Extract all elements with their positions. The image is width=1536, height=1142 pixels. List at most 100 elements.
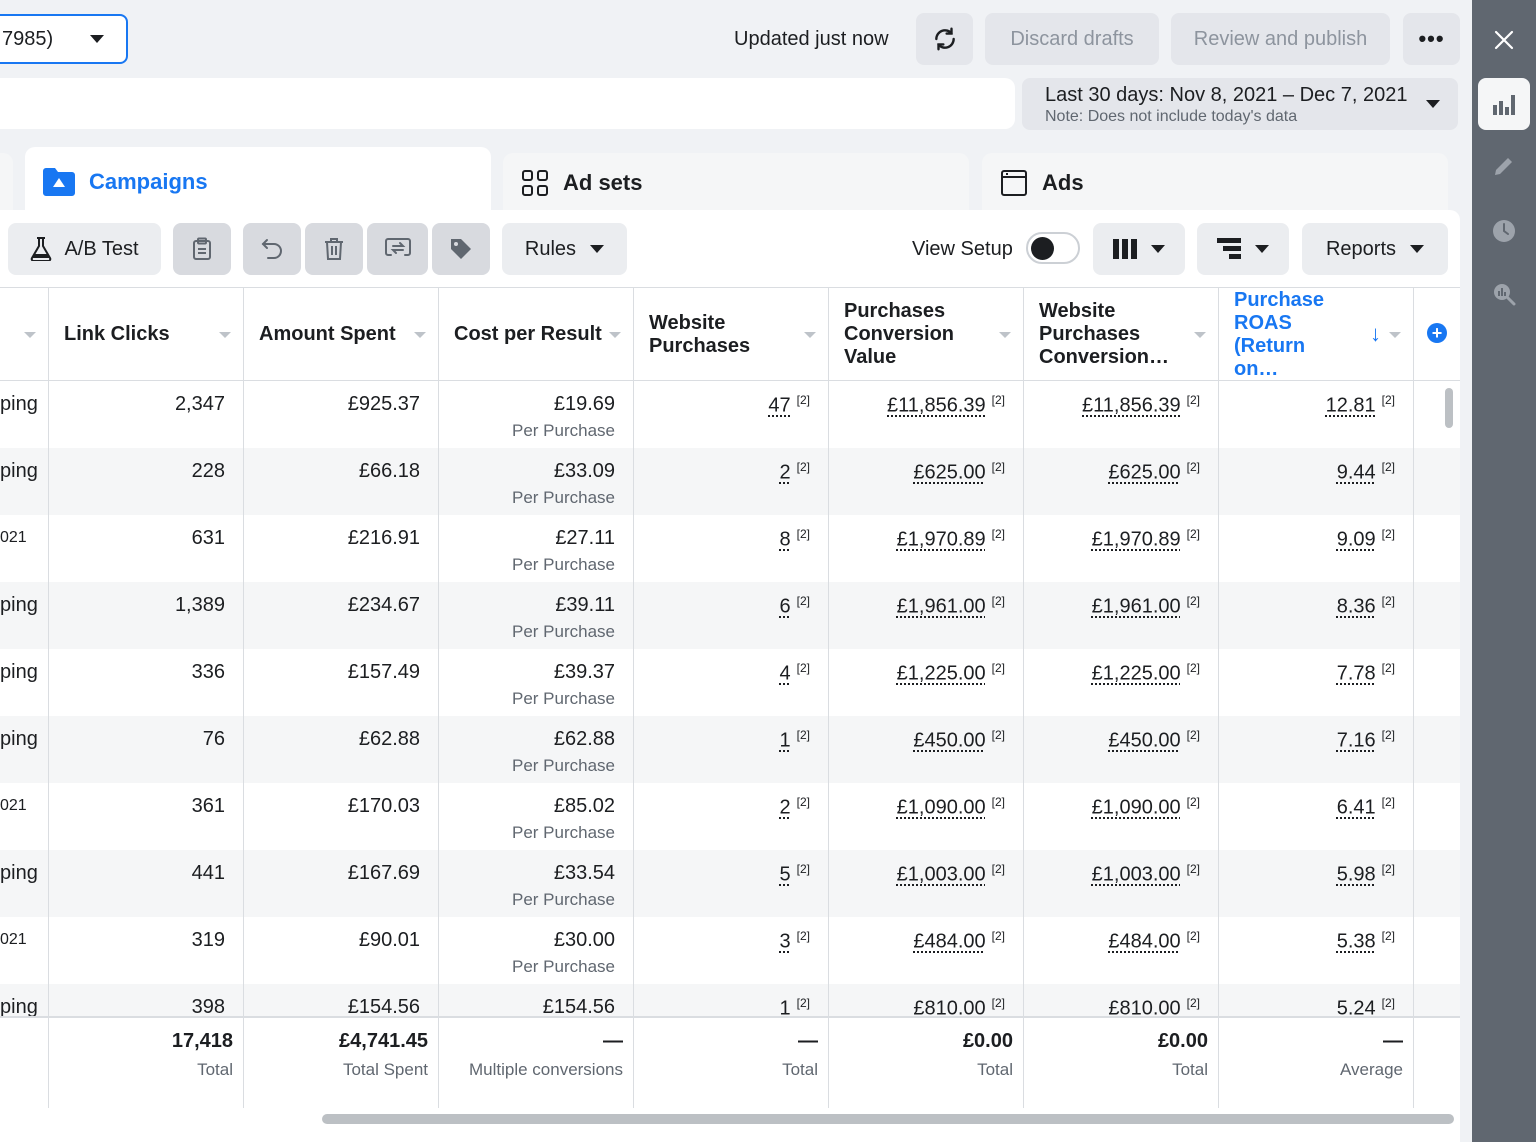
rules-label: Rules bbox=[524, 237, 577, 260]
tag-button[interactable] bbox=[432, 223, 490, 275]
tab-hidden[interactable] bbox=[0, 153, 13, 213]
conv_value-value[interactable]: £484.00 [2] bbox=[913, 929, 1005, 954]
discard-drafts-button[interactable]: Discard drafts bbox=[985, 13, 1159, 65]
undo-button[interactable] bbox=[243, 223, 301, 275]
conv_value-value[interactable]: £1,961.00 [2] bbox=[897, 594, 1005, 619]
campaign-name[interactable]: ping bbox=[0, 393, 38, 416]
roas-value[interactable]: 5.98 [2] bbox=[1337, 862, 1395, 887]
inspect-panel-button[interactable] bbox=[1478, 268, 1530, 320]
conv_value-value[interactable]: £1,003.00 [2] bbox=[897, 862, 1005, 887]
web_conv-value[interactable]: £1,225.00 [2] bbox=[1092, 661, 1200, 686]
history-panel-button[interactable] bbox=[1478, 205, 1530, 257]
date-range-picker[interactable]: Last 30 days: Nov 8, 2021 – Dec 7, 2021 … bbox=[1022, 78, 1458, 130]
column-header-amount-spent[interactable]: Amount Spent bbox=[244, 288, 439, 381]
purchases-value[interactable]: 2 [2] bbox=[780, 460, 810, 485]
campaign-name[interactable]: ping bbox=[0, 594, 38, 617]
purchases-value[interactable]: 3 [2] bbox=[780, 929, 810, 954]
roas-value[interactable]: 5.38 [2] bbox=[1337, 929, 1395, 954]
roas-value[interactable]: 9.44 [2] bbox=[1337, 460, 1395, 485]
table-row[interactable]: ping 2,347 £925.37 £19.69 Per Purchase 47 [2] £… bbox=[0, 381, 1460, 448]
column-header-purchases-conversion-value[interactable]: Purchases Conversion Value bbox=[829, 288, 1024, 381]
campaign-name[interactable]: 021 bbox=[0, 931, 27, 949]
refresh-button[interactable] bbox=[916, 13, 973, 65]
campaign-name[interactable]: 021 bbox=[0, 797, 27, 815]
purchases-value[interactable]: 2 [2] bbox=[780, 795, 810, 820]
columns-button[interactable] bbox=[1093, 223, 1185, 275]
chevron-down-icon bbox=[1426, 100, 1440, 108]
edit-panel-button[interactable] bbox=[1478, 140, 1530, 192]
move-button[interactable] bbox=[367, 223, 428, 275]
web_conv-value[interactable]: £484.00 [2] bbox=[1108, 929, 1200, 954]
table-row[interactable]: 021 361 £170.03 £85.02 Per Purchase 2 [2] £1,09… bbox=[0, 783, 1460, 850]
close-button[interactable] bbox=[1478, 14, 1530, 66]
table-row[interactable]: ping 336 £157.49 £39.37 Per Purchase 4 [2] £1,2… bbox=[0, 649, 1460, 716]
table-row[interactable]: 021 319 £90.01 £30.00 Per Purchase 3 [2] £484.0… bbox=[0, 917, 1460, 984]
tab-campaigns[interactable]: Campaigns bbox=[25, 147, 491, 217]
roas-value[interactable]: 8.36 [2] bbox=[1337, 594, 1395, 619]
web_conv-value[interactable]: £625.00 [2] bbox=[1108, 460, 1200, 485]
table-row[interactable]: ping 228 £66.18 £33.09 Per Purchase 2 [2] £625.… bbox=[0, 448, 1460, 515]
web_conv-value[interactable]: £11,856.39 [2] bbox=[1082, 393, 1200, 418]
web_conv-value[interactable]: £1,970.89 [2] bbox=[1092, 527, 1200, 552]
more-options-button[interactable]: ••• bbox=[1403, 13, 1460, 65]
review-publish-button[interactable]: Review and publish bbox=[1171, 13, 1390, 65]
campaign-name[interactable]: ping bbox=[0, 460, 38, 483]
roas-value[interactable]: 6.41 [2] bbox=[1337, 795, 1395, 820]
purchases-value[interactable]: 4 [2] bbox=[780, 661, 810, 686]
conv_value-value[interactable]: £11,856.39 [2] bbox=[887, 393, 1005, 418]
purchases-value[interactable]: 6 [2] bbox=[780, 594, 810, 619]
view-setup-toggle[interactable] bbox=[1026, 232, 1080, 264]
table-row[interactable]: ping 441 £167.69 £33.54 Per Purchase 5 [2] £1,0… bbox=[0, 850, 1460, 917]
column-header-link-clicks[interactable]: Link Clicks bbox=[49, 288, 244, 381]
vertical-scrollbar[interactable] bbox=[1445, 388, 1453, 428]
web_conv-value[interactable]: £1,003.00 [2] bbox=[1092, 862, 1200, 887]
conv_value-value[interactable]: £450.00 [2] bbox=[913, 728, 1005, 753]
campaign-name[interactable]: ping bbox=[0, 661, 38, 684]
web_conv-value[interactable]: £1,961.00 [2] bbox=[1092, 594, 1200, 619]
purchases-value[interactable]: 5 [2] bbox=[780, 862, 810, 887]
conv_value-value[interactable]: £1,090.00 [2] bbox=[897, 795, 1005, 820]
ad-account-select[interactable]: 7985) bbox=[0, 14, 128, 64]
conv_value-value[interactable]: £1,970.89 [2] bbox=[897, 527, 1005, 552]
breakdown-icon bbox=[1217, 238, 1241, 259]
web_conv-value[interactable]: £1,090.00 [2] bbox=[1092, 795, 1200, 820]
roas-value[interactable]: 9.09 [2] bbox=[1337, 527, 1395, 552]
table-row[interactable]: ping 1,389 £234.67 £39.11 Per Purchase 6 [2] £1… bbox=[0, 582, 1460, 649]
add-column-icon[interactable]: + bbox=[1427, 323, 1447, 343]
column-header-name[interactable] bbox=[0, 288, 49, 381]
duplicate-button[interactable] bbox=[173, 223, 231, 275]
table-row[interactable]: ping 76 £62.88 £62.88 Per Purchase 1 [2] £450.0… bbox=[0, 716, 1460, 783]
chevron-down-icon bbox=[1255, 245, 1269, 253]
conv_value-value[interactable]: £625.00 [2] bbox=[913, 460, 1005, 485]
campaign-name[interactable]: ping bbox=[0, 728, 38, 751]
roas-value[interactable]: 7.16 [2] bbox=[1337, 728, 1395, 753]
footnote-ref: [2] bbox=[1381, 996, 1395, 1010]
roas-value[interactable]: 7.78 [2] bbox=[1337, 661, 1395, 686]
charts-panel-button[interactable] bbox=[1478, 78, 1530, 130]
search-filter-bar[interactable] bbox=[0, 78, 1015, 129]
column-header-purchase-roas[interactable]: Purchase ROAS (Return on… ↓ bbox=[1219, 288, 1414, 381]
tab-ad-sets[interactable]: Ad sets bbox=[503, 153, 969, 213]
roas-value[interactable]: 12.81 [2] bbox=[1326, 393, 1395, 418]
tab-ads[interactable]: Ads bbox=[982, 153, 1448, 213]
table-cell: 336 bbox=[49, 649, 244, 716]
footnote-ref: [2] bbox=[796, 996, 810, 1010]
table-row[interactable]: 021 631 £216.91 £27.11 Per Purchase 8 [2] £1,97… bbox=[0, 515, 1460, 582]
conv_value-value[interactable]: £1,225.00 [2] bbox=[897, 661, 1005, 686]
campaign-name[interactable]: ping bbox=[0, 862, 38, 885]
column-header-website-purchases-conversion[interactable]: Website Purchases Conversion… bbox=[1024, 288, 1219, 381]
column-header-cost-per-result[interactable]: Cost per Result bbox=[439, 288, 634, 381]
delete-button[interactable] bbox=[305, 223, 363, 275]
web_conv-value[interactable]: £450.00 [2] bbox=[1108, 728, 1200, 753]
horizontal-scrollbar[interactable] bbox=[322, 1114, 1454, 1124]
campaign-name[interactable]: 021 bbox=[0, 529, 27, 547]
purchases-value[interactable]: 1 [2] bbox=[780, 728, 810, 753]
rules-button[interactable]: Rules bbox=[502, 223, 627, 275]
breakdown-button[interactable] bbox=[1197, 223, 1289, 275]
purchases-value[interactable]: 8 [2] bbox=[780, 527, 810, 552]
clipboard-icon bbox=[193, 237, 211, 260]
purchases-value[interactable]: 47 [2] bbox=[768, 393, 810, 418]
column-header-website-purchases[interactable]: Website Purchases bbox=[634, 288, 829, 381]
reports-button[interactable]: Reports bbox=[1302, 223, 1448, 275]
ab-test-button[interactable]: A/B Test bbox=[8, 223, 161, 275]
